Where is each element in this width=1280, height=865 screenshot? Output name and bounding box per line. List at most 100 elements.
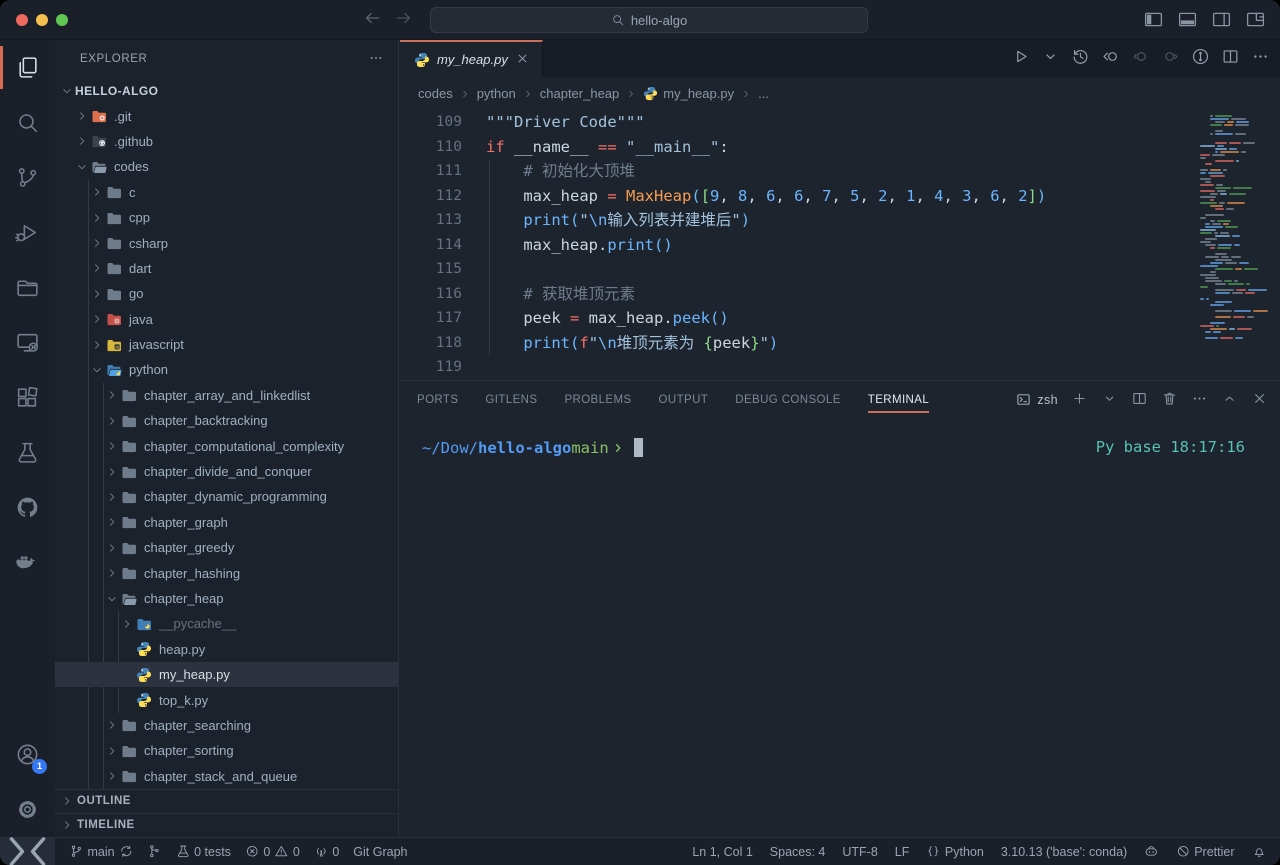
activity-extensions[interactable]: [0, 370, 55, 425]
layout-panel-button[interactable]: [1177, 9, 1198, 35]
breadcrumb-item-codes[interactable]: codes: [418, 86, 453, 101]
tree-item-javascript[interactable]: JSjavascript: [55, 332, 398, 357]
activity-run-and-debug[interactable]: [0, 205, 55, 260]
status-problems-status[interactable]: 00: [245, 844, 300, 859]
panel-plus-button[interactable]: [1071, 390, 1088, 410]
panel-ellipsis-button[interactable]: [1191, 390, 1208, 410]
minimize-window-button[interactable]: [36, 14, 48, 26]
run-dropdown[interactable]: [1041, 47, 1060, 71]
tree-item-go[interactable]: go: [55, 281, 398, 306]
panel-tab-problems[interactable]: PROBLEMS: [564, 381, 631, 418]
zoom-window-button[interactable]: [56, 14, 68, 26]
gitlens-graph[interactable]: [1191, 47, 1210, 71]
breadcrumb-item-my_heap.py[interactable]: my_heap.py: [643, 86, 734, 101]
tree-item-chapter_backtracking[interactable]: chapter_backtracking: [55, 408, 398, 433]
more-actions[interactable]: [1251, 47, 1270, 71]
tree-item-chapter_greedy[interactable]: chapter_greedy: [55, 535, 398, 560]
breadcrumb[interactable]: codes python chapter_heap my_heap.py...: [400, 77, 1280, 110]
tree-item-chapter_heap[interactable]: chapter_heap: [55, 586, 398, 611]
status-notifications[interactable]: [1252, 844, 1267, 859]
status-copilot-status[interactable]: [1144, 844, 1159, 859]
tree-item-chapter_hashing[interactable]: chapter_hashing: [55, 560, 398, 585]
status-indentation[interactable]: Spaces: 4: [770, 845, 826, 859]
status-cursor-position[interactable]: Ln 1, Col 1: [692, 845, 752, 859]
breadcrumb-item-python[interactable]: python: [477, 86, 516, 101]
status-prettier-status[interactable]: Prettier: [1176, 844, 1235, 859]
breadcrumb-item-...[interactable]: ...: [758, 86, 769, 101]
tree-item-__pycache__[interactable]: __pycache__: [55, 611, 398, 636]
tab-my-heap-py[interactable]: my_heap.py: [400, 40, 543, 77]
command-center-search[interactable]: hello-algo: [430, 7, 868, 33]
tree-item-csharp[interactable]: csharp: [55, 230, 398, 255]
activity-accounts[interactable]: 1: [0, 727, 55, 782]
tree-item-chapter_searching[interactable]: chapter_searching: [55, 713, 398, 738]
tree-item-heap.py[interactable]: heap.py: [55, 637, 398, 662]
tree-item-chapter_dynamic_programming[interactable]: chapter_dynamic_programming: [55, 484, 398, 509]
split-editor[interactable]: [1221, 47, 1240, 71]
panel-close-button[interactable]: [1251, 390, 1268, 410]
tree-item-chapter_divide_and_conquer[interactable]: chapter_divide_and_conquer: [55, 459, 398, 484]
code-editor[interactable]: 109"""Driver Code"""110if __name__ == "_…: [400, 110, 1280, 380]
tree-item-chapter_sorting[interactable]: chapter_sorting: [55, 738, 398, 763]
nav-back-button[interactable]: [362, 8, 382, 33]
activity-explorer[interactable]: [0, 40, 55, 95]
previous-change[interactable]: [1131, 47, 1150, 71]
tree-item-cpp[interactable]: cpp: [55, 205, 398, 230]
tree-item-.github[interactable]: .github: [55, 129, 398, 154]
remote-indicator[interactable]: [0, 838, 55, 865]
layout-customize-button[interactable]: [1245, 9, 1266, 35]
section-timeline[interactable]: TIMELINE: [55, 813, 398, 837]
panel-tab-output[interactable]: OUTPUT: [659, 381, 709, 418]
panel-tab-terminal[interactable]: TERMINAL: [868, 381, 929, 418]
tree-item-chapter_stack_and_queue[interactable]: chapter_stack_and_queue: [55, 764, 398, 789]
close-window-button[interactable]: [16, 14, 28, 26]
terminal-shell-item[interactable]: zsh: [1016, 392, 1058, 407]
terminal[interactable]: ~/Dow/hello-algo main Py base 18:17:16: [400, 418, 1280, 457]
section-outline[interactable]: OUTLINE: [55, 789, 398, 813]
panel-trash-button[interactable]: [1161, 390, 1178, 410]
activity-source-control[interactable]: [0, 150, 55, 205]
layout-sidebar-left-button[interactable]: [1143, 9, 1164, 35]
nav-forward-button[interactable]: [394, 8, 414, 33]
status-tests-status[interactable]: 0 tests: [176, 844, 231, 859]
status-python-interpreter[interactable]: 3.10.13 ('base': conda): [1001, 845, 1127, 859]
activity-testing[interactable]: [0, 425, 55, 480]
panel-chevron-up-button[interactable]: [1221, 390, 1238, 410]
breadcrumb-item-chapter_heap[interactable]: chapter_heap: [540, 86, 620, 101]
panel-tab-gitlens[interactable]: GITLENS: [485, 381, 537, 418]
tree-item-chapter_array_and_linkedlist[interactable]: chapter_array_and_linkedlist: [55, 383, 398, 408]
status-feedback-status[interactable]: 0: [314, 844, 339, 859]
tree-item-chapter_graph[interactable]: chapter_graph: [55, 510, 398, 535]
panel-chevron-down-sm-button[interactable]: [1101, 390, 1118, 410]
run-button[interactable]: [1011, 47, 1030, 71]
tree-item-.git[interactable]: .git: [55, 103, 398, 128]
tree-item-java[interactable]: java: [55, 307, 398, 332]
tree-item-python[interactable]: python: [55, 357, 398, 382]
tree-item-dart[interactable]: dart: [55, 256, 398, 281]
activity-remote-explorer[interactable]: [0, 315, 55, 370]
status-git-branch-status[interactable]: main: [69, 844, 133, 859]
panel-tab-debug-console[interactable]: DEBUG CONSOLE: [735, 381, 841, 418]
tree-item-HELLO-ALGO[interactable]: HELLO-ALGO: [55, 78, 398, 103]
layout-sidebar-right-button[interactable]: [1211, 9, 1232, 35]
tree-item-c[interactable]: c: [55, 180, 398, 205]
status-language-mode[interactable]: Python: [926, 844, 983, 859]
activity-search[interactable]: [0, 95, 55, 150]
tree-item-chapter_computational_complexity[interactable]: chapter_computational_complexity: [55, 433, 398, 458]
activity-project-manager[interactable]: [0, 260, 55, 315]
status-encoding[interactable]: UTF-8: [842, 845, 877, 859]
tree-item-top_k.py[interactable]: top_k.py: [55, 687, 398, 712]
tree-item-my_heap.py[interactable]: my_heap.py: [55, 662, 398, 687]
tree-item-codes[interactable]: codes: [55, 154, 398, 179]
status-git-graph-branch[interactable]: [147, 844, 162, 859]
timeline-history[interactable]: [1071, 47, 1090, 71]
status-eol[interactable]: LF: [895, 845, 910, 859]
panel-split-button[interactable]: [1131, 390, 1148, 410]
explorer-more-actions-icon[interactable]: [368, 50, 384, 69]
minimap[interactable]: [1198, 112, 1270, 352]
activity-github[interactable]: [0, 480, 55, 535]
status-git-graph-label[interactable]: Git Graph: [353, 845, 407, 859]
panel-tab-ports[interactable]: PORTS: [417, 381, 458, 418]
activity-docker[interactable]: [0, 535, 55, 590]
open-changes[interactable]: [1101, 47, 1120, 71]
